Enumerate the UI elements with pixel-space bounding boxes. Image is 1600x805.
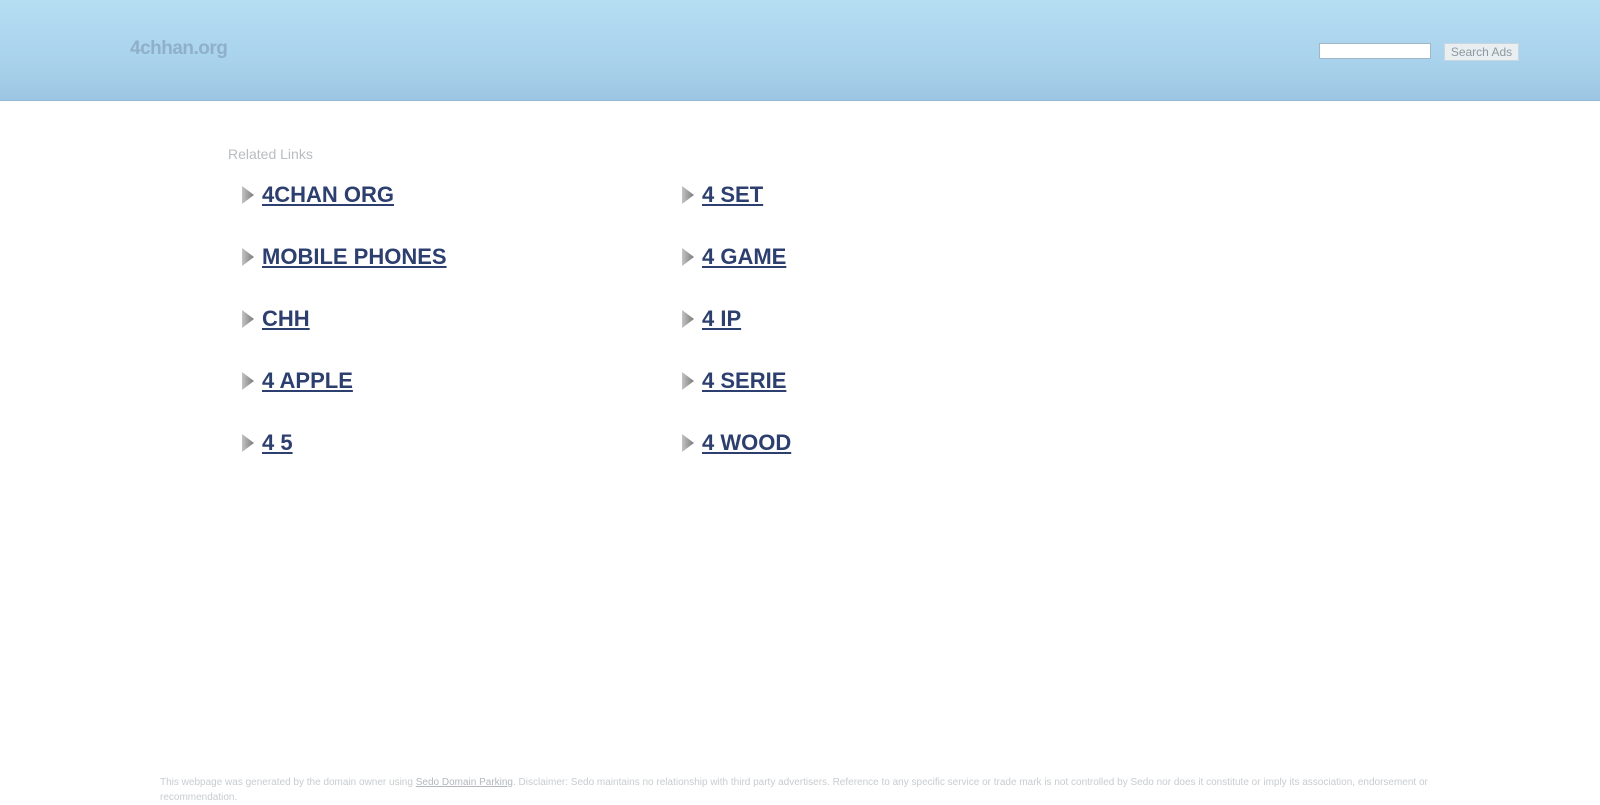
related-link-item[interactable]: 4 IP [680,299,741,339]
search-ads-button[interactable]: Search Ads [1444,43,1519,61]
related-link[interactable]: 4 SERIE [702,368,786,394]
related-links-heading: Related Links [228,146,313,162]
arrow-right-icon [680,370,696,392]
arrow-right-icon [680,432,696,454]
related-link-item[interactable]: 4CHAN ORG [240,175,394,215]
arrow-right-icon [680,184,696,206]
related-link[interactable]: 4 WOOD [702,430,791,456]
related-link-item[interactable]: CHH [240,299,310,339]
search-input[interactable] [1319,43,1431,59]
related-link-item[interactable]: 4 APPLE [240,361,353,401]
related-link-item[interactable]: 4 WOOD [680,423,791,463]
arrow-right-icon [680,308,696,330]
arrow-right-icon [240,308,256,330]
related-link[interactable]: 4CHAN ORG [262,182,394,208]
arrow-right-icon [240,432,256,454]
related-link[interactable]: CHH [262,306,310,332]
sedo-parking-link[interactable]: Sedo Domain Parking [416,777,513,788]
arrow-right-icon [240,246,256,268]
footer-disclaimer: This webpage was generated by the domain… [160,775,1440,805]
related-link[interactable]: 4 GAME [702,244,786,270]
footer-prefix-text: This webpage was generated by the domain… [160,777,416,788]
related-link-item[interactable]: 4 GAME [680,237,786,277]
related-link-item[interactable]: 4 SERIE [680,361,786,401]
related-link-item[interactable]: 4 5 [240,423,293,463]
related-link[interactable]: 4 SET [702,182,763,208]
related-link[interactable]: MOBILE PHONES [262,244,447,270]
arrow-right-icon [240,184,256,206]
arrow-right-icon [680,246,696,268]
related-link[interactable]: 4 5 [262,430,293,456]
related-link-item[interactable]: MOBILE PHONES [240,237,447,277]
arrow-right-icon [240,370,256,392]
related-link[interactable]: 4 IP [702,306,741,332]
header-bar: 4chhan.org Search Ads [0,0,1600,101]
related-link-item[interactable]: 4 SET [680,175,763,215]
related-link[interactable]: 4 APPLE [262,368,353,394]
site-name-link[interactable]: 4chhan.org [130,38,228,60]
